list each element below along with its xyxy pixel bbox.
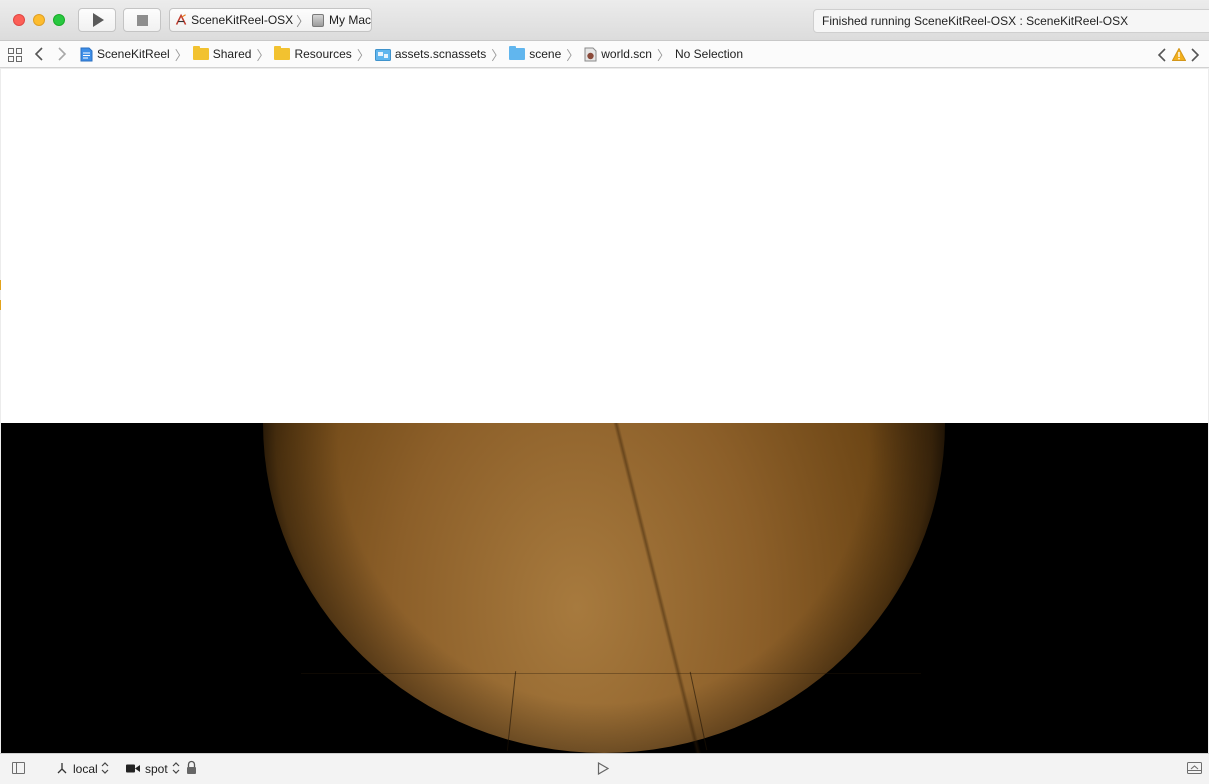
asset-catalog-icon: [374, 49, 391, 61]
scene-viewport[interactable]: [1, 423, 1208, 753]
camera-icon: [126, 764, 140, 773]
breadcrumb-label: assets.scnassets: [394, 47, 487, 61]
stop-button[interactable]: [123, 8, 161, 32]
close-window-button[interactable]: [13, 14, 25, 26]
show-scene-graph-icon[interactable]: [12, 762, 25, 774]
breadcrumb-label: scene: [529, 47, 562, 61]
scheme-name[interactable]: SceneKitReel-OSX: [191, 13, 293, 27]
play-icon: [93, 13, 104, 27]
scene-editor-upper-area[interactable]: [1, 69, 1208, 423]
breadcrumb-item-scene-folder[interactable]: scene 〉: [509, 45, 584, 64]
breadcrumb-item-assets[interactable]: assets.scnassets 〉: [374, 45, 509, 64]
play-scene-icon[interactable]: [597, 762, 609, 775]
window-toolbar: SceneKitReel-OSX 〉 My Mac Finished runni…: [0, 0, 1209, 41]
breadcrumb-item-resources[interactable]: Resources 〉: [274, 45, 374, 64]
chevron-right-icon: 〉: [656, 47, 670, 63]
lock-icon[interactable]: [186, 760, 197, 775]
breadcrumb-label: SceneKitReel: [97, 47, 170, 61]
breadcrumb-label: No Selection: [674, 47, 744, 61]
show-inspector-panel-icon[interactable]: [1187, 762, 1202, 774]
warning-icon[interactable]: [1172, 48, 1186, 61]
next-issue-icon[interactable]: [1190, 48, 1200, 62]
jump-bar: SceneKitReel 〉 Shared 〉 Resources 〉 asse…: [0, 41, 1209, 68]
previous-issue-icon[interactable]: [1157, 48, 1167, 62]
chevron-right-icon: 〉: [256, 47, 270, 63]
chevron-right-icon: 〉: [296, 13, 310, 29]
run-button[interactable]: [78, 8, 116, 32]
updown-chevron-icon[interactable]: [101, 761, 109, 775]
coordinate-axis-icon: [57, 763, 67, 774]
camera-selector-value[interactable]: spot: [145, 762, 168, 776]
chevron-right-icon: 〉: [566, 47, 580, 63]
scene-file-icon: [584, 47, 597, 61]
breadcrumb-label: Resources: [294, 47, 352, 61]
scene-editor-bottom-bar: local spot: [0, 753, 1209, 784]
folder-icon: [192, 46, 209, 60]
app-target-icon: [175, 13, 187, 25]
coordinate-mode-value[interactable]: local: [73, 762, 98, 776]
project-icon: [80, 47, 93, 61]
scheme-selector[interactable]: SceneKitReel-OSX 〉 My Mac: [169, 8, 372, 32]
chevron-right-icon: 〉: [491, 47, 505, 63]
stop-icon: [136, 14, 148, 26]
navigate-back-icon[interactable]: [33, 47, 45, 61]
breadcrumb-label: Shared: [212, 47, 252, 61]
floor-seam: [301, 673, 921, 674]
breadcrumb: SceneKitReel 〉 Shared 〉 Resources 〉 asse…: [80, 41, 743, 67]
breadcrumb-item-selection[interactable]: No Selection: [675, 47, 743, 61]
run-destination[interactable]: My Mac: [329, 13, 371, 27]
related-items-grid-icon[interactable]: [8, 48, 22, 62]
navigate-forward-icon[interactable]: [56, 47, 68, 61]
minimize-window-button[interactable]: [33, 14, 45, 26]
scene-floor: [263, 423, 945, 753]
chevron-right-icon: 〉: [356, 47, 370, 63]
breadcrumb-item-scene-file[interactable]: world.scn 〉: [584, 45, 675, 64]
activity-viewer: Finished running SceneKitReel-OSX : Scen…: [813, 9, 1209, 33]
folder-icon: [274, 46, 291, 60]
mac-icon: [312, 13, 324, 27]
activity-status-text: Finished running SceneKitReel-OSX : Scen…: [822, 14, 1129, 28]
zoom-window-button[interactable]: [53, 14, 65, 26]
updown-chevron-icon[interactable]: [172, 761, 180, 775]
chevron-right-icon: 〉: [174, 47, 188, 63]
breadcrumb-label: world.scn: [601, 47, 652, 61]
folder-icon: [509, 46, 526, 60]
breadcrumb-item-shared[interactable]: Shared 〉: [192, 45, 275, 64]
breadcrumb-item-project[interactable]: SceneKitReel 〉: [80, 45, 193, 64]
